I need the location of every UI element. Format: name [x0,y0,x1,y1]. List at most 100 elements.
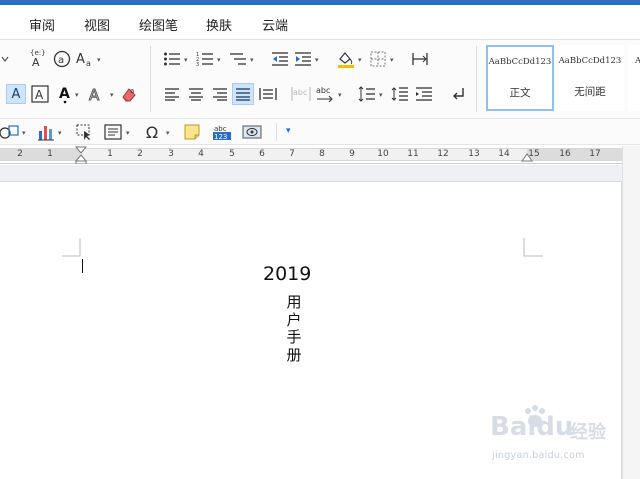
text-cursor [82,259,83,273]
ribbon-divider [476,46,477,112]
borders-caret[interactable]: ▾ [390,57,396,64]
text-effects-caret[interactable]: ▾ [110,92,116,99]
ruler-right-margin [527,149,622,160]
line-break-icon[interactable] [448,84,468,104]
customize-toolbar-caret[interactable]: ▾ [286,127,292,136]
paragraph-spacing-icon[interactable] [390,84,410,104]
tab-stops-icon[interactable] [410,49,430,69]
align-right-icon[interactable] [210,84,230,104]
number-icon[interactable]: abc 123 [212,122,232,142]
style-name: 正文 [509,87,531,99]
decrease-indent-icon[interactable] [270,49,290,69]
multilevel-list-caret[interactable]: ▾ [250,57,256,64]
char-shading-button[interactable]: A [55,84,75,104]
tab-cloud[interactable]: 云端 [262,15,288,34]
highlight-button[interactable]: A [6,84,26,104]
textbox-caret[interactable]: ▾ [126,130,132,137]
style-name: 无间距 [574,86,606,98]
numbered-list-icon[interactable]: 1 2 3 [195,49,215,69]
tab-skin[interactable]: 换肤 [206,15,232,34]
increase-indent-icon[interactable] [293,49,313,69]
svg-text:abc: abc [293,88,307,97]
style-sample: A [635,56,640,66]
symbol-caret[interactable]: ▾ [166,130,172,137]
style-normal[interactable]: AaBbCcDd123 正文 [486,45,554,111]
char-spacing-icon[interactable]: abc [291,84,311,104]
watermark-brand-cn: 经验 [570,422,606,443]
title-char: 户 [286,310,302,329]
svg-text:a: a [130,87,134,95]
font-size-caret[interactable] [0,49,10,69]
numbered-list-caret[interactable]: ▾ [217,57,223,64]
ruler-number: 17 [589,149,601,159]
ruler-number: 10 [377,149,389,159]
first-line-indent-marker[interactable] [75,146,87,164]
paragraph-shading-caret[interactable]: ▾ [358,57,364,64]
textbox-icon[interactable] [103,122,123,142]
ribbon-divider [150,46,151,112]
char-border-button[interactable]: A [30,84,50,104]
right-indent-marker[interactable] [521,152,533,162]
borders-icon[interactable] [368,49,388,69]
style-no-spacing[interactable]: AaBbCcDd123 无间距 [556,45,624,111]
ruler-number: 4 [198,149,204,159]
char-scale-caret[interactable]: ▾ [97,57,103,64]
svg-text:123: 123 [214,133,227,141]
paragraph-settings-icon[interactable] [414,84,434,104]
toolbar-divider [276,123,277,141]
shapes-caret[interactable]: ▾ [22,130,28,137]
menu-tab-bar: 审阅 视图 绘图笔 换肤 云端 [0,5,640,40]
text-effects-button[interactable]: A [86,84,106,104]
ruler-number: 16 [559,149,571,159]
tab-view[interactable]: 视图 [84,15,110,34]
multilevel-list-icon[interactable] [228,49,248,69]
clear-format-icon[interactable]: a [119,84,139,104]
symbol-icon[interactable]: Ω [142,122,162,142]
vertical-scrollbar[interactable] [622,146,640,479]
justify-button[interactable] [232,83,254,105]
text-direction-icon[interactable]: abc [315,84,335,104]
svg-text:a: a [58,55,64,66]
char-shading-caret[interactable]: ▾ [75,92,81,99]
ruler-number: 2 [137,149,143,159]
ruler-number: 3 [168,149,174,159]
align-left-icon[interactable] [162,84,182,104]
style-heading-partial[interactable]: A [628,45,640,111]
justify-icon [236,88,250,101]
chart-icon[interactable] [36,122,56,142]
phonetic-guide-button[interactable]: {e:} A [27,48,47,68]
insert-toolbar: ▾ ▾ ▾ Ω ▾ abc 123 ▾ [0,118,640,145]
bullet-list-icon[interactable] [162,49,182,69]
svg-text:3: 3 [196,62,199,67]
sticky-note-icon[interactable] [182,122,202,142]
tab-review[interactable]: 审阅 [29,15,55,34]
margin-corner-top-right [523,238,543,257]
ruler-number: 14 [498,149,510,159]
ruler-number: 1 [107,149,113,159]
char-scale-button[interactable]: A a [75,49,95,69]
line-spacing-caret[interactable]: ▾ [379,92,385,99]
document-vertical-title[interactable]: 用 户 手 册 [284,293,304,364]
distributed-icon[interactable] [258,84,278,104]
enclosed-character-button[interactable]: a [52,49,72,69]
text-direction-caret[interactable]: ▾ [338,92,344,99]
bullet-list-caret[interactable]: ▾ [184,57,190,64]
shapes-icon[interactable] [0,122,20,142]
svg-text:A: A [59,86,70,102]
align-center-icon[interactable] [186,84,206,104]
object-icon[interactable] [242,122,262,142]
paragraph-shading-icon[interactable] [336,49,356,69]
ruler-number: 11 [407,149,419,159]
tab-drawing-pen[interactable]: 绘图笔 [139,15,178,34]
horizontal-ruler[interactable]: 2 1 1 2 3 4 5 6 7 8 9 10 11 12 13 14 15 … [0,146,622,164]
screenshot-icon[interactable] [74,122,94,142]
indent-caret[interactable]: ▾ [315,57,321,64]
svg-text:abc: abc [214,125,227,133]
chart-caret[interactable]: ▾ [58,130,64,137]
document-year[interactable]: 2019 [263,263,311,285]
line-spacing-icon[interactable] [357,84,377,104]
ruler-number: 13 [468,149,480,159]
watermark-url: jingyan.baidu.com [492,450,585,461]
ruler-number: 6 [259,149,265,159]
ruler-number: 8 [319,149,325,159]
